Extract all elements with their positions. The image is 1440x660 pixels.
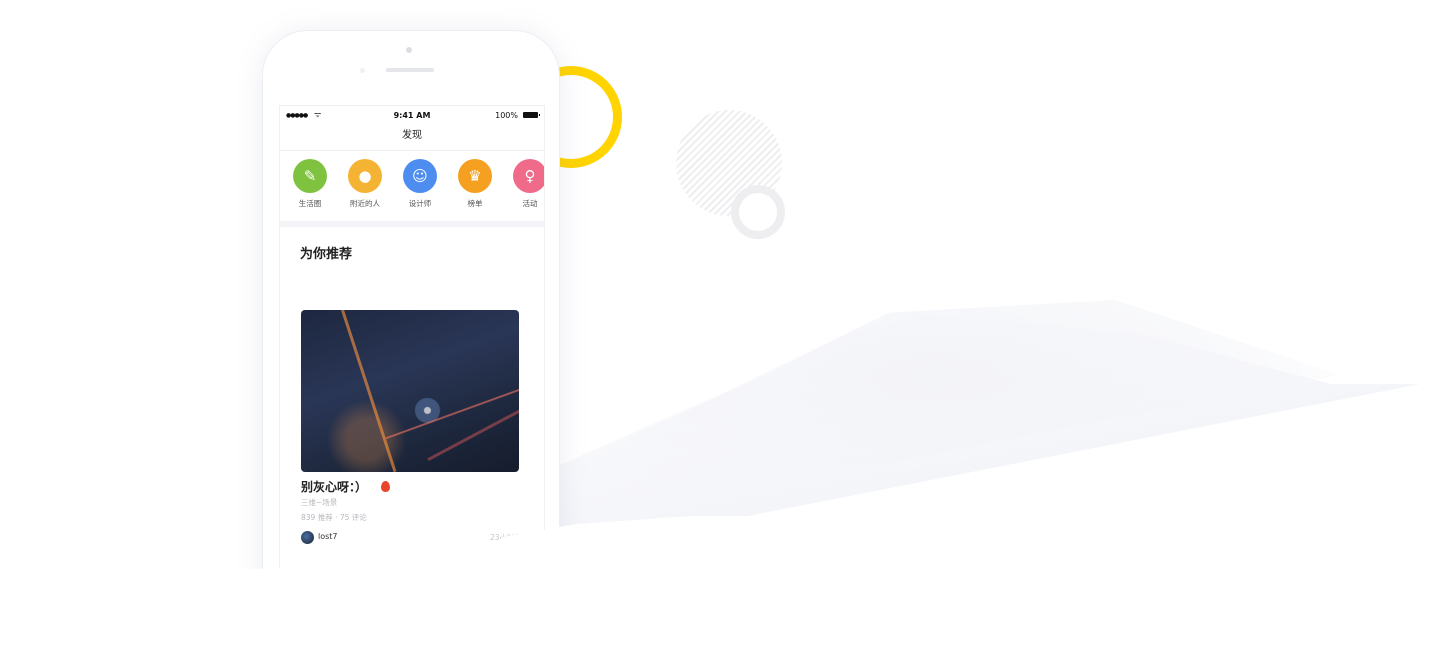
recommend-heading: 为你推荐 <box>300 247 353 262</box>
phone-mockup: ●●●●● ᯤ 9:41 AM 100% 发现 ✎ 生活圈 ● 附近的人 ☺ 设… <box>262 30 560 592</box>
leaf-icon: ✎ <box>293 159 327 193</box>
balloon-icon: ♀ <box>513 159 544 193</box>
category-label: 附近的人 <box>350 199 380 208</box>
fire-icon <box>381 481 391 492</box>
category-activity[interactable]: ♀ 活动 <box>505 159 544 209</box>
phone-speaker <box>386 68 434 72</box>
post-title[interactable]: 别灰心呀：） <box>301 478 391 495</box>
post-title-text: 别灰心呀：） <box>301 480 368 494</box>
designer-face-icon: ☺ <box>403 159 437 193</box>
category-ranking[interactable]: ♛ 榜单 <box>450 159 500 209</box>
author-name[interactable]: lost7 <box>318 532 338 541</box>
post-stats: 839 推荐 · 75 评论 <box>301 513 367 522</box>
image-detail <box>385 382 519 440</box>
image-detail <box>427 402 519 461</box>
phone-camera <box>406 47 412 53</box>
category-nearby[interactable]: ● 附近的人 <box>340 159 390 209</box>
battery-icon <box>523 112 540 118</box>
category-label: 活动 <box>522 199 538 208</box>
category-designer[interactable]: ☺ 设计师 <box>395 159 445 209</box>
category-row: ✎ 生活圈 ● 附近的人 ☺ 设计师 ♛ 榜单 ♀ 活动 <box>280 151 544 221</box>
category-label: 榜单 <box>467 199 483 208</box>
location-pin-icon: ● <box>348 159 382 193</box>
avatar[interactable] <box>301 531 314 544</box>
grey-ring-decoration <box>731 185 785 239</box>
category-label: 设计师 <box>408 199 432 208</box>
phone-sensor <box>360 68 365 73</box>
category-label: 生活圈 <box>298 199 322 208</box>
image-detail <box>341 310 397 472</box>
page-title: 发现 <box>280 126 544 151</box>
crown-icon: ♛ <box>458 159 492 193</box>
post-category: 三维~场景 <box>301 498 338 507</box>
battery-percent: 100% <box>495 111 518 120</box>
status-bar: ●●●●● ᯤ 9:41 AM 100% <box>280 106 544 126</box>
app-screen: ●●●●● ᯤ 9:41 AM 100% 发现 ✎ 生活圈 ● 附近的人 ☺ 设… <box>279 105 545 591</box>
category-life-circle[interactable]: ✎ 生活圈 <box>285 159 335 209</box>
bottom-wave-mask <box>0 516 1440 660</box>
post-cover-image[interactable] <box>301 310 519 472</box>
